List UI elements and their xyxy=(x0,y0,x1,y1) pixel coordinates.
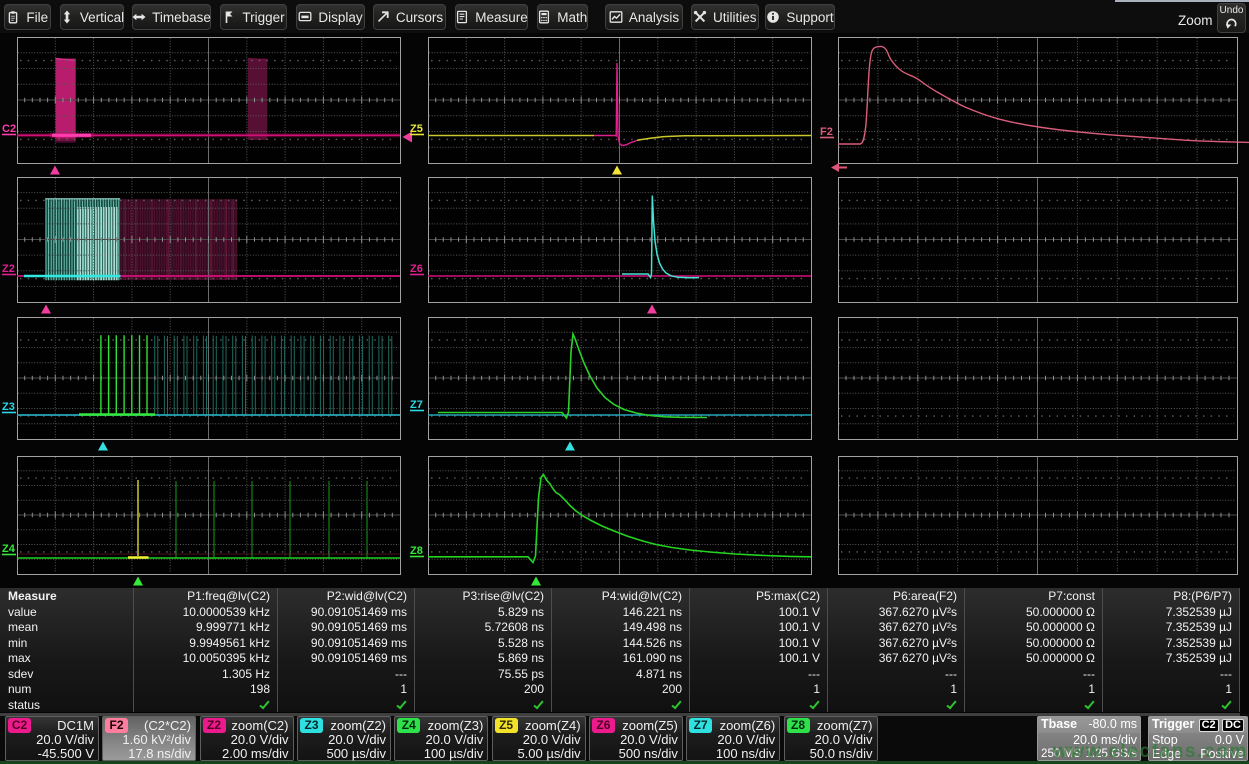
svg-text:Z6: Z6 xyxy=(410,263,423,275)
svg-text:Z4: Z4 xyxy=(2,543,16,555)
svg-text:Z3: Z3 xyxy=(2,401,15,413)
svg-text:Z7: Z7 xyxy=(410,399,423,411)
svg-text:Z5: Z5 xyxy=(410,123,423,135)
svg-text:Z8: Z8 xyxy=(410,545,423,557)
svg-text:F2: F2 xyxy=(820,126,833,138)
svg-text:Z2: Z2 xyxy=(2,263,15,275)
svg-text:C2: C2 xyxy=(2,123,16,135)
